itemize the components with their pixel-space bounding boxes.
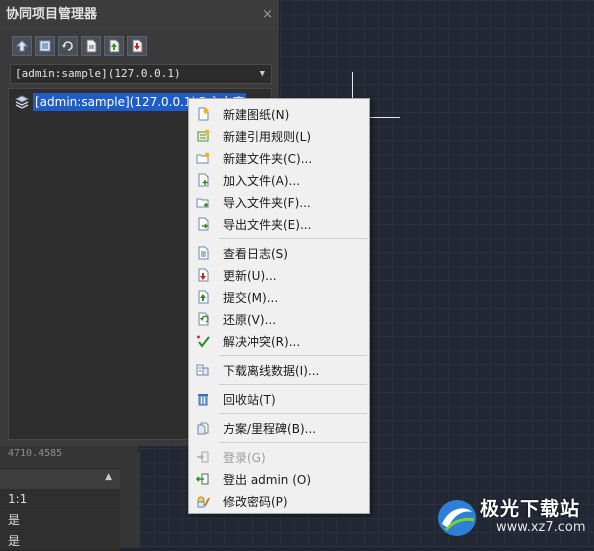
revert-icon (198, 312, 209, 326)
menu-item-label: 回收站(T) (223, 392, 276, 407)
menu-item-label: 方案/里程碑(B)... (223, 421, 317, 436)
logout-icon (196, 473, 209, 485)
project-select[interactable]: [admin:sample](127.0.0.1) ▼ (10, 64, 272, 84)
close-icon[interactable]: × (262, 0, 273, 30)
menu-item-label: 更新(U)... (223, 268, 277, 283)
menu-item-label: 加入文件(A)... (223, 173, 301, 188)
canvas-divider (138, 452, 139, 548)
property-row[interactable]: 是 (0, 531, 120, 551)
properties-header[interactable]: ▲ (0, 468, 120, 489)
watermark-url: www.xz7.com (496, 520, 586, 535)
menu-item-new-reference-rule[interactable]: 新建引用规则(L) (189, 125, 369, 147)
context-menu: 新建图纸(N) 新建引用规则(L) 新建文件夹(C)... 加入文件(A)...… (188, 98, 370, 514)
export-folder-icon (198, 217, 209, 231)
menu-item-new-folder[interactable]: 新建文件夹(C)... (189, 147, 369, 169)
list-view-button[interactable] (35, 36, 55, 56)
refresh-icon (62, 41, 73, 51)
watermark-title: 极光下载站 (480, 498, 581, 520)
upload-button[interactable] (104, 36, 124, 56)
menu-item-label: 解决冲突(R)... (223, 334, 301, 349)
panel-title: 协同项目管理器 (6, 7, 98, 22)
commit-icon (198, 290, 209, 304)
menu-item-label: 还原(V)... (223, 312, 277, 327)
menu-item-new-drawing[interactable]: 新建图纸(N) (189, 103, 369, 125)
refresh-button[interactable] (58, 36, 78, 56)
add-file-icon (198, 173, 209, 187)
library-stack-icon (15, 95, 29, 109)
menu-item-label: 下载离线数据(I)... (223, 363, 320, 378)
new-folder-icon (196, 152, 210, 164)
download-offline-icon (196, 364, 209, 376)
document-button[interactable] (81, 36, 101, 56)
sync-project-icon (15, 40, 29, 52)
view-log-icon (198, 246, 209, 260)
menu-item-label: 提交(M)... (223, 290, 279, 305)
menu-item-label: 新建引用规则(L) (223, 129, 312, 144)
menu-item-view-log[interactable]: 查看日志(S) (189, 242, 369, 264)
watermark: 极光下载站 www.xz7.com (430, 492, 594, 548)
menu-item-label: 查看日志(S) (223, 246, 288, 261)
project-select-value: [admin:sample](127.0.0.1) (15, 67, 181, 80)
change-password-icon (197, 496, 210, 508)
menu-separator (219, 384, 367, 385)
menu-item-label: 导入文件夹(F)... (223, 195, 311, 210)
menu-item-label: 修改密码(P) (223, 494, 288, 509)
menu-item-change-password[interactable]: 修改密码(P) (189, 490, 369, 512)
sync-project-button[interactable] (12, 36, 32, 56)
menu-item-label: 登出 admin (O) (223, 472, 312, 487)
menu-item-download-offline[interactable]: 下载离线数据(I)... (189, 359, 369, 381)
menu-item-revert[interactable]: 还原(V)... (189, 308, 369, 330)
download-button[interactable] (127, 36, 147, 56)
upload-icon (109, 39, 120, 53)
download-icon (132, 39, 143, 53)
chevron-up-icon: ▲ (105, 472, 112, 482)
menu-item-milestone[interactable]: 方案/里程碑(B)... (189, 417, 369, 439)
menu-separator (219, 355, 367, 356)
menu-item-label: 导出文件夹(E)... (223, 217, 312, 232)
document-icon (86, 39, 97, 53)
chevron-down-icon: ▼ (259, 69, 265, 79)
menu-item-recycle-bin[interactable]: 回收站(T) (189, 388, 369, 410)
milestone-icon (197, 422, 209, 435)
menu-separator (219, 413, 367, 414)
login-icon (197, 451, 209, 463)
menu-item-export-folder[interactable]: 导出文件夹(E)... (189, 213, 369, 235)
import-folder-icon (196, 198, 209, 208)
recycle-bin-icon (198, 394, 208, 406)
panel-title-bar: 协同项目管理器 × (0, 0, 279, 30)
menu-item-import-folder[interactable]: 导入文件夹(F)... (189, 191, 369, 213)
menu-item-login: 登录(G) (189, 446, 369, 468)
menu-item-add-file[interactable]: 加入文件(A)... (189, 169, 369, 191)
menu-item-label: 新建文件夹(C)... (223, 151, 313, 166)
menu-item-label: 新建图纸(N) (223, 107, 290, 122)
list-view-icon (39, 40, 51, 52)
property-row[interactable]: 1:1 (0, 489, 120, 509)
aurora-logo-icon (438, 500, 476, 536)
new-drawing-icon (198, 107, 209, 121)
menu-item-update[interactable]: 更新(U)... (189, 264, 369, 286)
coordinate-readout: 4710.4585 (8, 448, 63, 459)
menu-item-resolve-conflict[interactable]: 解决冲突(R)... (189, 330, 369, 352)
new-reference-rule-icon (197, 129, 210, 142)
menu-item-logout[interactable]: 登出 admin (O) (189, 468, 369, 490)
property-row[interactable]: 是 (0, 510, 120, 530)
menu-separator (219, 442, 367, 443)
panel-toolbar (12, 36, 147, 58)
resolve-conflict-icon (197, 335, 210, 348)
update-icon (198, 268, 209, 282)
menu-separator (219, 238, 367, 239)
menu-item-label: 登录(G) (223, 450, 266, 465)
menu-item-commit[interactable]: 提交(M)... (189, 286, 369, 308)
